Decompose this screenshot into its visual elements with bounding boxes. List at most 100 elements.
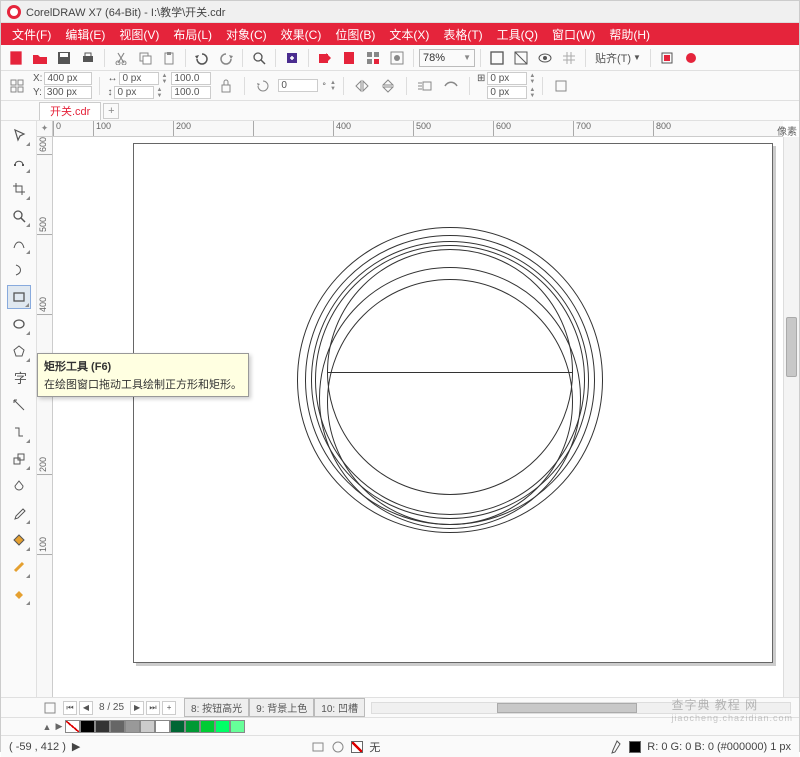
menu-effects[interactable]: 效果(C) xyxy=(274,24,329,45)
swatch[interactable] xyxy=(230,720,245,733)
status-icon-2[interactable] xyxy=(331,740,345,754)
menu-window[interactable]: 窗口(W) xyxy=(545,24,602,45)
menu-file[interactable]: 文件(F) xyxy=(5,24,58,45)
palette-up[interactable]: ▲ xyxy=(41,720,53,733)
pen-icon[interactable] xyxy=(611,740,623,754)
fullscreen-button[interactable] xyxy=(486,47,508,69)
swatch[interactable] xyxy=(200,720,215,733)
outline-style-button[interactable] xyxy=(440,75,462,97)
mirror-h-button[interactable] xyxy=(351,75,373,97)
menu-bitmap[interactable]: 位图(B) xyxy=(328,24,382,45)
smart-fill-tool[interactable] xyxy=(7,582,31,606)
add-page-button[interactable]: + xyxy=(162,701,176,715)
last-page-button[interactable]: ⏭ xyxy=(146,701,160,715)
nudge-y-input[interactable]: 0 px xyxy=(487,86,527,99)
doc-tab-active[interactable]: 开关.cdr xyxy=(39,102,101,120)
show-grid-button[interactable] xyxy=(558,47,580,69)
search-button[interactable] xyxy=(248,47,270,69)
menu-layout[interactable]: 布局(L) xyxy=(166,24,219,45)
swatch[interactable] xyxy=(140,720,155,733)
nudge-x-input[interactable]: 0 px xyxy=(487,72,527,85)
swatch-nofill[interactable] xyxy=(65,720,80,733)
text-tool[interactable]: 字 xyxy=(7,366,31,390)
wrap-button[interactable] xyxy=(414,75,436,97)
scale-x-input[interactable]: 100.0 xyxy=(171,72,211,85)
redo-button[interactable] xyxy=(215,47,237,69)
swatch[interactable] xyxy=(170,720,185,733)
new-button[interactable] xyxy=(5,47,27,69)
page-tab-10[interactable]: 10: 凹槽 xyxy=(314,698,365,717)
zoom-level[interactable]: 78%▼ xyxy=(419,49,475,67)
page-tab-8[interactable]: 8: 按钮高光 xyxy=(184,698,249,717)
outline-color-swatch[interactable] xyxy=(629,741,641,753)
connector-tool[interactable] xyxy=(7,420,31,444)
shape-tool[interactable] xyxy=(7,150,31,174)
first-page-button[interactable]: ⏮ xyxy=(63,701,77,715)
palette-prev[interactable]: ▶ xyxy=(53,720,65,733)
paste-button[interactable] xyxy=(158,47,180,69)
outline-tool[interactable] xyxy=(7,555,31,579)
publish-pdf-button[interactable] xyxy=(338,47,360,69)
freehand-tool[interactable] xyxy=(7,231,31,255)
save-button[interactable] xyxy=(53,47,75,69)
swatch[interactable] xyxy=(110,720,125,733)
preview-button[interactable] xyxy=(510,47,532,69)
welcome-button[interactable] xyxy=(386,47,408,69)
drawing-canvas[interactable] xyxy=(53,137,783,697)
eyedropper-tool[interactable] xyxy=(7,501,31,525)
ruler-origin[interactable]: ✦ xyxy=(37,121,53,137)
smear-tool[interactable] xyxy=(7,258,31,282)
page-tab-9[interactable]: 9: 背景上色 xyxy=(249,698,314,717)
undo-button[interactable] xyxy=(191,47,213,69)
page-selector-icon[interactable] xyxy=(39,697,61,719)
launch-button[interactable] xyxy=(680,47,702,69)
status-icon-1[interactable] xyxy=(311,740,325,754)
dimension-tool[interactable] xyxy=(7,393,31,417)
menu-tools[interactable]: 工具(Q) xyxy=(490,24,545,45)
fill-tool[interactable] xyxy=(7,528,31,552)
menu-table[interactable]: 表格(T) xyxy=(436,24,489,45)
fill-indicator[interactable] xyxy=(351,741,363,753)
print-button[interactable] xyxy=(77,47,99,69)
next-page-button[interactable]: ▶ xyxy=(130,701,144,715)
rectangle-tool[interactable] xyxy=(7,285,31,309)
copy-button[interactable] xyxy=(134,47,156,69)
prev-page-button[interactable]: ◀ xyxy=(79,701,93,715)
options-button[interactable] xyxy=(656,47,678,69)
swatch[interactable] xyxy=(155,720,170,733)
menu-object[interactable]: 对象(C) xyxy=(219,24,274,45)
export-button[interactable] xyxy=(314,47,336,69)
menu-view[interactable]: 视图(V) xyxy=(112,24,166,45)
scale-y-input[interactable]: 100.0 xyxy=(171,86,211,99)
menu-text[interactable]: 文本(X) xyxy=(382,24,436,45)
ruler-vertical[interactable]: 600 500 400 300 200 100 xyxy=(37,137,53,697)
swatch[interactable] xyxy=(95,720,110,733)
pick-tool[interactable] xyxy=(7,123,31,147)
effects-tool[interactable] xyxy=(7,447,31,471)
open-button[interactable] xyxy=(29,47,51,69)
rotation-input[interactable]: 0 xyxy=(278,79,318,92)
swatch[interactable] xyxy=(80,720,95,733)
crop-tool[interactable] xyxy=(7,177,31,201)
show-rulers-button[interactable] xyxy=(534,47,556,69)
mirror-v-button[interactable] xyxy=(377,75,399,97)
menu-edit[interactable]: 编辑(E) xyxy=(58,24,112,45)
app-launcher-button[interactable] xyxy=(362,47,384,69)
swatch[interactable] xyxy=(185,720,200,733)
swatch[interactable] xyxy=(215,720,230,733)
cut-button[interactable] xyxy=(110,47,132,69)
ruler-horizontal[interactable]: 0 100 200 400 500 600 700 800 xyxy=(53,121,783,137)
vertical-scrollbar[interactable] xyxy=(783,137,799,697)
y-position-input[interactable]: 300 px xyxy=(44,86,92,99)
width-input[interactable]: 0 px xyxy=(119,72,159,85)
polygon-tool[interactable] xyxy=(7,339,31,363)
play-icon[interactable]: ▶ xyxy=(72,740,80,753)
import-button[interactable] xyxy=(281,47,303,69)
lock-ratio-button[interactable] xyxy=(215,75,237,97)
transparency-tool[interactable] xyxy=(7,474,31,498)
ellipse-tool[interactable] xyxy=(7,312,31,336)
convert-curves-button[interactable] xyxy=(550,75,572,97)
swatch[interactable] xyxy=(125,720,140,733)
snap-dropdown[interactable]: 贴齐(T) ▼ xyxy=(591,48,645,68)
height-input[interactable]: 0 px xyxy=(114,86,154,99)
